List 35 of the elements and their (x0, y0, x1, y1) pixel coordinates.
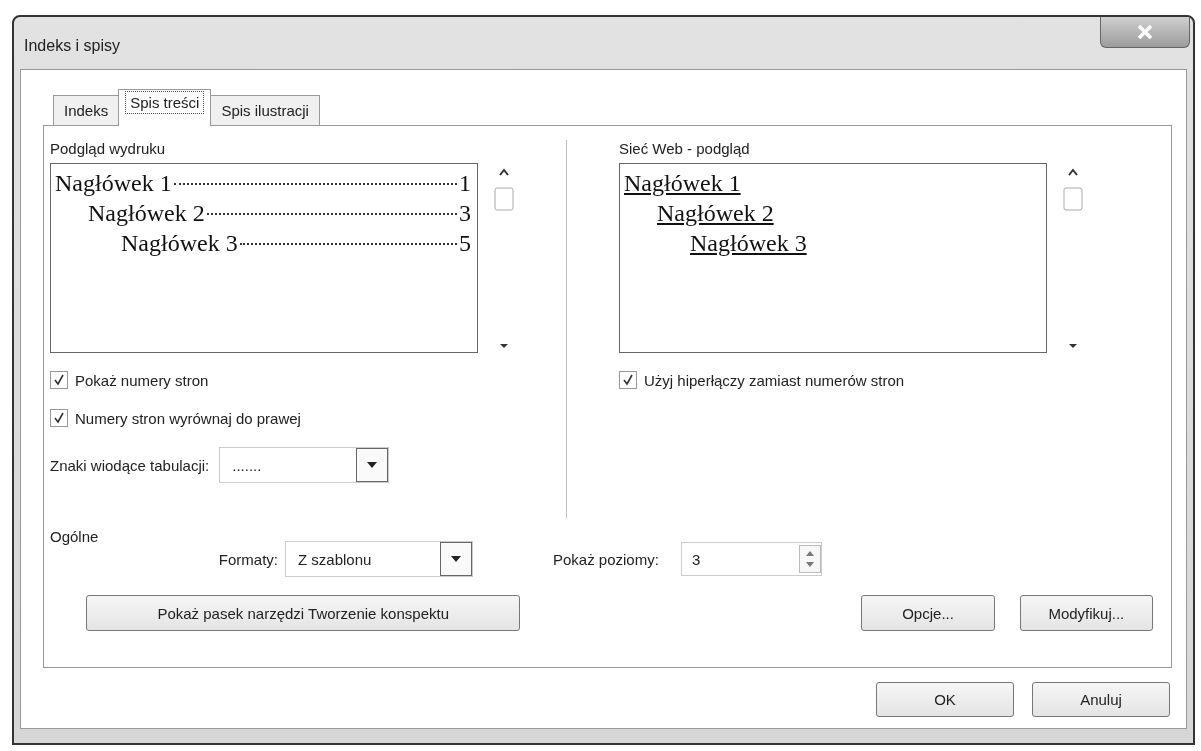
preview-label: Podgląd wydruku (50, 140, 167, 157)
ok-button[interactable]: OK (876, 682, 1014, 717)
page-number: 1 (459, 169, 471, 198)
outline-toolbar-button[interactable]: Pokaż pasek narzędzi Tworzenie konspektu (86, 595, 521, 631)
preview-label: Sieć Web - podgląd (619, 140, 751, 157)
options-button[interactable]: Opcje... (861, 595, 995, 631)
tab[interactable]: Spis treści (118, 89, 212, 126)
checkbox[interactable] (50, 409, 68, 427)
close-icon (1135, 24, 1155, 40)
field-label: Znaki wiodące tabulacji: (50, 456, 210, 474)
dropdown[interactable]: ....... (219, 447, 390, 483)
checkbox-label: Użyj hiperłączy zamiast numerów stron (644, 371, 905, 389)
checkbox[interactable] (50, 371, 68, 389)
modify-button[interactable]: Modyfikuj... (1019, 595, 1153, 631)
window-title: Indeks i spisy (24, 37, 121, 55)
close-button[interactable] (1100, 17, 1190, 48)
section-label: Ogólne (50, 528, 99, 545)
tab[interactable]: Indeks (53, 95, 120, 125)
tab[interactable]: Spis ilustracji (210, 95, 320, 125)
caret-icon (366, 461, 379, 469)
checkbox-label: Pokaż numery stron (75, 371, 209, 389)
heading-entry: Nagłówek 1 (55, 169, 172, 198)
caret-icon (450, 555, 462, 563)
cancel-button[interactable]: Anuluj (1032, 682, 1170, 717)
field-label: Pokaż poziomy: (553, 550, 659, 568)
page-number: 5 (459, 229, 471, 258)
heading-entry: Nagłówek 3 (121, 229, 238, 258)
dropdown[interactable]: Z szablonu (285, 541, 473, 577)
field-label: Formaty: (217, 550, 278, 568)
checkbox-label: Numery stron wyrównaj do prawej (75, 409, 301, 427)
spin-arrows-icon (798, 545, 821, 573)
page-number: 3 (459, 199, 471, 228)
heading-entry: Nagłówek 2 (88, 199, 205, 228)
checkbox[interactable] (619, 371, 637, 389)
spin-box[interactable]: 3 (680, 542, 822, 576)
